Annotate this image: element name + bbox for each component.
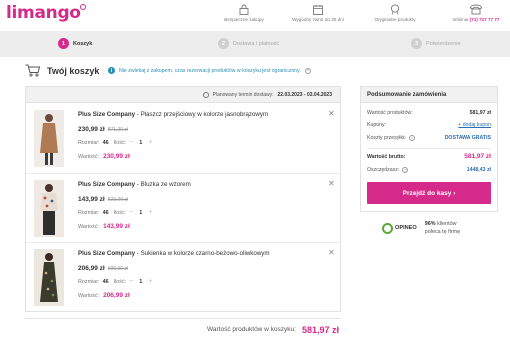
product-price: 230,99 zł 871,20 zł <box>78 126 129 133</box>
summary-shipping-row: Koszty przesyłki:? DOSTAWA GRATIS <box>367 135 491 141</box>
size-qty-row: Rozmiar: 46 Ilość: − 1 + <box>78 278 153 285</box>
quantity-stepper[interactable]: − 1 + <box>129 139 152 146</box>
feature-returns: Wygodny zwrot do 30 dni <box>278 4 358 22</box>
feature-original-products: Oryginalne produkty <box>355 4 435 22</box>
remove-item-button[interactable]: ✕ <box>328 109 335 118</box>
summary-divider <box>367 148 491 149</box>
help-icon[interactable]: ? <box>408 135 415 141</box>
lock-icon <box>239 4 249 15</box>
product-name[interactable]: Plus Size Company - Sukienka w kolorze c… <box>78 250 318 257</box>
calendar-icon <box>313 5 323 15</box>
feature-secure-shopping: Bezpieczne zakupy <box>204 4 284 22</box>
feature-hotline[interactable]: Infolinia (71) 727 77 77 <box>446 4 506 22</box>
summary-title: Podsumowanie zamówienia <box>361 87 497 103</box>
opineo-logo: OPINEO <box>382 222 417 234</box>
item-value: Wartość: 230,99 zł <box>78 153 130 160</box>
size-qty-row: Rozmiar: 46 Ilość: − 1 + <box>78 139 153 146</box>
quantity-stepper[interactable]: − 1 + <box>129 278 152 285</box>
opineo-rating[interactable]: OPINEO 96% klientów poleca tę firmę <box>382 220 460 236</box>
cart-icon <box>25 64 41 77</box>
info-icon: i <box>108 67 115 74</box>
cart-total: Wartość produktów w koszyku: 581,97 zł <box>25 318 341 340</box>
product-image-blouse[interactable] <box>34 180 64 237</box>
cart-items-panel: Planowany termin dostawy: 22.03.2023 - 0… <box>25 86 341 312</box>
remove-item-button[interactable]: ✕ <box>328 179 335 188</box>
old-price: 696,00 zł <box>107 266 129 272</box>
checkout-button[interactable]: Przejdź do kasy › <box>367 182 491 204</box>
help-icon[interactable]: ? <box>402 167 409 173</box>
limango-logo[interactable]: limango <box>6 3 86 23</box>
remove-item-button[interactable]: ✕ <box>328 248 335 257</box>
summary-coupons-row: Kupony: + dodaj kupon <box>367 122 491 128</box>
reservation-notice: i Nie zwlekaj z zakupem, czas rezerwacji… <box>108 67 311 74</box>
product-price: 206,99 zł 696,00 zł <box>78 265 129 272</box>
order-summary: Podsumowanie zamówienia Wartość produktó… <box>360 86 498 212</box>
hotline-number[interactable]: (71) 727 77 77 <box>470 17 500 22</box>
increase-qty-button[interactable]: + <box>148 139 152 146</box>
add-coupon-link[interactable]: + dodaj kupon <box>458 122 491 128</box>
top-header: limango Bezpieczne zakupy Wygodny zwrot … <box>0 0 510 31</box>
cart-title: Twój koszyk <box>47 65 100 76</box>
step-delivery-payment: 2 Dostawa i płatność <box>218 38 279 49</box>
cart-total-value: 581,97 zł <box>301 324 339 335</box>
cart-item: Plus Size Company - Bluzka ze wzorem ✕ 1… <box>26 173 340 242</box>
item-value: Wartość: 143,99 zł <box>78 223 130 230</box>
summary-products-row: Wartość produktów: 581,97 zł <box>367 110 491 116</box>
cart-item: Plus Size Company - Sukienka w kolorze c… <box>26 242 340 311</box>
product-name[interactable]: Plus Size Company - Bluzka ze wzorem <box>78 181 318 188</box>
phone-icon <box>470 4 482 15</box>
decrease-qty-button[interactable]: − <box>129 209 133 216</box>
clock-icon <box>202 91 209 98</box>
cart-heading: Twój koszyk <box>25 64 99 77</box>
product-image-dress[interactable] <box>34 249 64 306</box>
step-cart[interactable]: 1 Koszyk <box>58 38 92 49</box>
decrease-qty-button[interactable]: − <box>129 278 133 285</box>
opineo-text: 96% klientów poleca tę firmę <box>424 221 461 235</box>
delivery-estimate: Planowany termin dostawy: 22.03.2023 - 0… <box>26 87 340 103</box>
cart-item: Plus Size Company - Płaszcz przejściowy … <box>26 104 340 173</box>
increase-qty-button[interactable]: + <box>148 278 152 285</box>
decrease-qty-button[interactable]: − <box>129 139 133 146</box>
product-image-coat[interactable] <box>34 110 64 167</box>
summary-brutto-row: Wartość brutto: 581,97 zł <box>367 153 491 160</box>
increase-qty-button[interactable]: + <box>148 209 152 216</box>
summary-savings-row: Oszczędzasz:? 1448,43 zł <box>367 167 491 173</box>
product-price: 143,99 zł 523,20 zł <box>78 196 129 203</box>
product-name[interactable]: Plus Size Company - Płaszcz przejściowy … <box>78 111 318 118</box>
old-price: 523,20 zł <box>107 197 129 203</box>
old-price: 871,20 zł <box>107 127 129 133</box>
item-value: Wartość: 206,99 zł <box>78 292 130 299</box>
help-icon[interactable]: ? <box>304 67 311 74</box>
size-qty-row: Rozmiar: 46 Ilość: − 1 + <box>78 209 153 216</box>
badge-icon <box>390 4 400 15</box>
opineo-ring-icon <box>382 222 393 234</box>
step-confirmation: 3 Potwierdzenie <box>411 38 461 49</box>
quantity-stepper[interactable]: − 1 + <box>129 209 152 216</box>
checkout-stepper: 1 Koszyk 2 Dostawa i płatność 3 Potwierd… <box>0 31 510 57</box>
